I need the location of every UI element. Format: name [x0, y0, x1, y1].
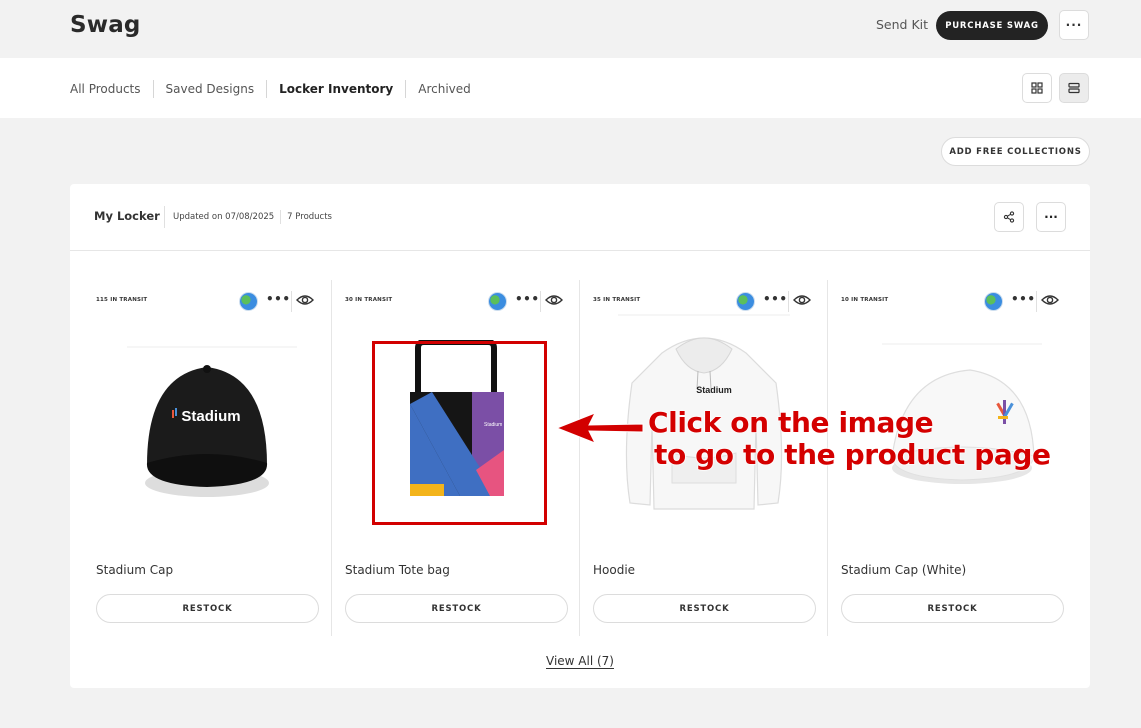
tab-saved-designs[interactable]: Saved Designs — [152, 80, 267, 98]
locker-updated: Updated on 07/08/2025 — [173, 212, 275, 222]
in-transit-badge: 10 IN TRANSIT — [841, 297, 889, 303]
divider — [291, 291, 292, 312]
more-icon: ··· — [1044, 210, 1058, 224]
add-free-collections-button[interactable]: ADD FREE COLLECTIONS — [941, 137, 1090, 166]
divider — [1036, 291, 1037, 312]
globe-icon[interactable] — [488, 292, 507, 311]
in-transit-badge: 30 IN TRANSIT — [345, 297, 393, 303]
product-name[interactable]: Stadium Cap (White) — [841, 563, 966, 577]
divider — [540, 291, 541, 312]
tab-all-products[interactable]: All Products — [70, 80, 153, 98]
in-transit-badge: 115 IN TRANSIT — [96, 297, 148, 303]
in-transit-badge: 35 IN TRANSIT — [593, 297, 641, 303]
cap-logo-text: Stadium — [181, 408, 240, 425]
restock-button[interactable]: RESTOCK — [841, 594, 1064, 623]
view-all-link[interactable]: View All (7) — [70, 654, 1090, 668]
restock-button[interactable]: RESTOCK — [345, 594, 568, 623]
globe-icon[interactable] — [984, 292, 1003, 311]
globe-icon[interactable] — [239, 292, 258, 311]
product-name[interactable]: Stadium Cap — [96, 563, 173, 577]
black-cap-image: Stadium — [127, 346, 297, 497]
share-button[interactable] — [994, 202, 1024, 232]
product-name[interactable]: Hoodie — [593, 563, 635, 577]
send-kit-link[interactable]: Send Kit — [876, 17, 928, 32]
list-icon — [1068, 82, 1080, 94]
hoodie-logo-text: Stadium — [696, 385, 732, 395]
divider — [788, 291, 789, 312]
arrow-left-icon — [555, 412, 644, 444]
product-more-icon[interactable]: ••• — [763, 292, 788, 306]
annotation-line-2: to go to the product page — [654, 438, 1052, 471]
restock-button[interactable]: RESTOCK — [593, 594, 816, 623]
eye-icon[interactable] — [296, 293, 314, 307]
purchase-swag-button[interactable]: PURCHASE SWAG — [936, 11, 1048, 40]
product-more-icon[interactable]: ••• — [266, 292, 291, 306]
product-name[interactable]: Stadium Tote bag — [345, 563, 450, 577]
more-icon: ··· — [1065, 18, 1083, 32]
restock-button[interactable]: RESTOCK — [96, 594, 319, 623]
product-card: 115 IN TRANSIT ••• Stadium Stadium Cap R… — [83, 280, 331, 636]
tabs-bar: All Products Saved Designs Locker Invent… — [0, 58, 1141, 118]
product-more-icon[interactable]: ••• — [1011, 292, 1036, 306]
annotation-text: Click on the image to go to the product … — [648, 406, 1052, 471]
page-title: Swag — [70, 12, 141, 38]
grid-view-button[interactable] — [1022, 73, 1052, 103]
globe-icon[interactable] — [736, 292, 755, 311]
eye-icon[interactable] — [545, 293, 563, 307]
tab-list: All Products Saved Designs Locker Invent… — [70, 80, 483, 98]
locker-more-button[interactable]: ··· — [1036, 202, 1066, 232]
locker-meta: Updated on 07/08/2025 7 Products — [164, 206, 332, 228]
product-image[interactable]: Stadium — [97, 325, 317, 525]
tab-locker-inventory[interactable]: Locker Inventory — [266, 80, 405, 98]
header-more-button[interactable]: ··· — [1059, 10, 1089, 40]
locker-product-count: 7 Products — [287, 212, 332, 222]
meta-divider — [280, 210, 282, 224]
grid-icon — [1031, 82, 1043, 94]
locker-title: My Locker — [94, 209, 160, 223]
view-all-label[interactable]: View All (7) — [546, 654, 614, 668]
product-more-icon[interactable]: ••• — [515, 292, 540, 306]
annotation-line-1: Click on the image — [648, 406, 935, 439]
share-icon — [1003, 211, 1015, 223]
highlight-box — [372, 341, 547, 525]
eye-icon[interactable] — [1041, 293, 1059, 307]
list-view-button[interactable] — [1059, 73, 1089, 103]
eye-icon[interactable] — [793, 293, 811, 307]
locker-header: My Locker Updated on 07/08/2025 7 Produc… — [70, 184, 1090, 251]
tab-archived[interactable]: Archived — [405, 80, 483, 98]
